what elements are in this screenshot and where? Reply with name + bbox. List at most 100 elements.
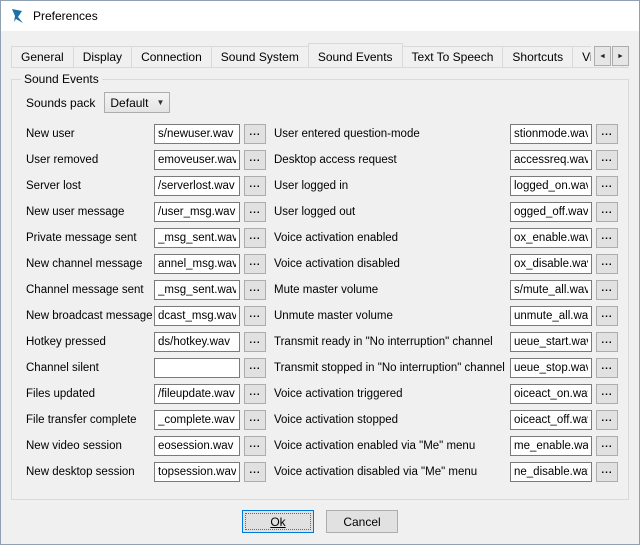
sound-event-row: Channel message sent...: [26, 280, 266, 300]
browse-button[interactable]: ...: [596, 202, 618, 222]
sound-event-row: File transfer complete...: [26, 410, 266, 430]
sound-event-row: Transmit stopped in "No interruption" ch…: [274, 358, 618, 378]
sound-event-label: Files updated: [26, 388, 154, 400]
tab-general[interactable]: General: [11, 46, 74, 67]
chevron-down-icon: ▼: [156, 98, 164, 107]
sound-file-input[interactable]: [154, 462, 240, 482]
sound-file-input[interactable]: [154, 150, 240, 170]
sound-event-row: Files updated...: [26, 384, 266, 404]
tab-scroll-buttons: ◄ ►: [591, 46, 629, 66]
sound-file-input[interactable]: [510, 384, 592, 404]
sound-event-row: Private message sent...: [26, 228, 266, 248]
sound-file-input[interactable]: [154, 202, 240, 222]
sound-file-input[interactable]: [154, 306, 240, 326]
browse-button[interactable]: ...: [596, 384, 618, 404]
tab-shortcuts[interactable]: Shortcuts: [502, 46, 573, 67]
sound-event-row: Server lost...: [26, 176, 266, 196]
tab-connection[interactable]: Connection: [131, 46, 212, 67]
title-bar: Preferences: [1, 1, 639, 31]
browse-button[interactable]: ...: [596, 332, 618, 352]
browse-button[interactable]: ...: [596, 358, 618, 378]
browse-button[interactable]: ...: [244, 150, 266, 170]
sound-file-input[interactable]: [510, 176, 592, 196]
browse-button[interactable]: ...: [244, 436, 266, 456]
sound-event-row: New video session...: [26, 436, 266, 456]
tab-sound-events[interactable]: Sound Events: [308, 43, 403, 68]
browse-button[interactable]: ...: [596, 436, 618, 456]
browse-button[interactable]: ...: [596, 410, 618, 430]
sound-event-label: Voice activation enabled: [274, 232, 510, 244]
browse-button[interactable]: ...: [244, 124, 266, 144]
sound-file-input[interactable]: [510, 124, 592, 144]
browse-button[interactable]: ...: [244, 254, 266, 274]
cancel-button[interactable]: Cancel: [326, 510, 398, 533]
sound-event-label: Unmute master volume: [274, 310, 510, 322]
ok-button[interactable]: Ok: [242, 510, 314, 533]
tab-text-to-speech[interactable]: Text To Speech: [402, 46, 504, 67]
sound-file-input[interactable]: [154, 384, 240, 404]
browse-button[interactable]: ...: [596, 150, 618, 170]
sound-event-row: Desktop access request...: [274, 150, 618, 170]
sound-event-label: Mute master volume: [274, 284, 510, 296]
browse-button[interactable]: ...: [244, 358, 266, 378]
sound-file-input[interactable]: [510, 150, 592, 170]
dialog-buttons: Ok Cancel: [11, 500, 629, 540]
tab-scroll-left-icon[interactable]: ◄: [594, 46, 611, 66]
sound-file-input[interactable]: [510, 306, 592, 326]
browse-button[interactable]: ...: [244, 384, 266, 404]
sound-file-input[interactable]: [154, 436, 240, 456]
browse-button[interactable]: ...: [596, 462, 618, 482]
browse-button[interactable]: ...: [244, 410, 266, 430]
tab-display[interactable]: Display: [73, 46, 132, 67]
browse-button[interactable]: ...: [596, 306, 618, 326]
sound-file-input[interactable]: [510, 280, 592, 300]
sound-file-input[interactable]: [510, 332, 592, 352]
browse-button[interactable]: ...: [244, 228, 266, 248]
browse-button[interactable]: ...: [244, 306, 266, 326]
sound-file-input[interactable]: [510, 228, 592, 248]
sound-event-columns: New user...User removed...Server lost...…: [26, 124, 618, 488]
tab-sound-system[interactable]: Sound System: [211, 46, 309, 67]
sound-event-row: Mute master volume...: [274, 280, 618, 300]
sound-file-input[interactable]: [510, 462, 592, 482]
browse-button[interactable]: ...: [244, 462, 266, 482]
browse-button[interactable]: ...: [596, 176, 618, 196]
sound-file-input[interactable]: [510, 202, 592, 222]
sound-event-label: Private message sent: [26, 232, 154, 244]
sound-file-input[interactable]: [154, 358, 240, 378]
browse-button[interactable]: ...: [244, 176, 266, 196]
sound-file-input[interactable]: [510, 410, 592, 430]
sound-event-row: Voice activation enabled via "Me" menu..…: [274, 436, 618, 456]
sound-file-input[interactable]: [154, 176, 240, 196]
browse-button[interactable]: ...: [244, 202, 266, 222]
sound-file-input[interactable]: [154, 228, 240, 248]
browse-button[interactable]: ...: [596, 280, 618, 300]
tab-scroll-right-icon[interactable]: ►: [612, 46, 629, 66]
sound-file-input[interactable]: [154, 280, 240, 300]
sound-event-label: New user message: [26, 206, 154, 218]
browse-button[interactable]: ...: [244, 280, 266, 300]
sound-event-row: User entered question-mode...: [274, 124, 618, 144]
sound-file-input[interactable]: [154, 124, 240, 144]
sound-event-row: New user message...: [26, 202, 266, 222]
sound-file-input[interactable]: [510, 436, 592, 456]
browse-button[interactable]: ...: [596, 124, 618, 144]
sound-event-label: New user: [26, 128, 154, 140]
sound-event-label: User logged in: [274, 180, 510, 192]
browse-button[interactable]: ...: [244, 332, 266, 352]
sound-file-input[interactable]: [510, 254, 592, 274]
sound-file-input[interactable]: [510, 358, 592, 378]
browse-button[interactable]: ...: [596, 228, 618, 248]
sound-file-input[interactable]: [154, 410, 240, 430]
browse-button[interactable]: ...: [596, 254, 618, 274]
sounds-pack-select[interactable]: Default ▼: [104, 92, 170, 113]
sound-event-row: Voice activation disabled...: [274, 254, 618, 274]
sound-event-row: Channel silent...: [26, 358, 266, 378]
sound-file-input[interactable]: [154, 332, 240, 352]
sound-event-row: Voice activation disabled via "Me" menu.…: [274, 462, 618, 482]
sound-event-label: User entered question-mode: [274, 128, 510, 140]
sound-event-label: Voice activation stopped: [274, 414, 510, 426]
sound-event-label: Channel silent: [26, 362, 154, 374]
sound-event-label: Transmit ready in "No interruption" chan…: [274, 336, 510, 348]
sound-file-input[interactable]: [154, 254, 240, 274]
